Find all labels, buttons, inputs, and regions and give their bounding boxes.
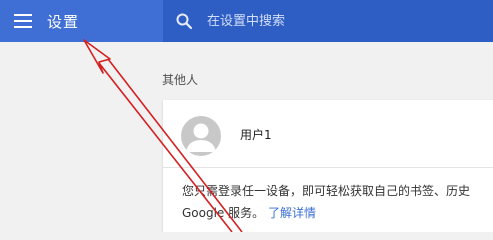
app-header: 设置 bbox=[0, 0, 493, 42]
card-divider bbox=[163, 167, 493, 168]
search-icon bbox=[176, 13, 193, 30]
description-line-2: Google 服务。 了解详情 bbox=[182, 202, 493, 224]
person-card: 用户1 您只需登录任一设备，即可轻松获取自己的书签、历史 Google 服务。 … bbox=[163, 100, 493, 232]
app-title: 设置 bbox=[47, 13, 80, 31]
person-name[interactable]: 用户1 bbox=[240, 127, 272, 143]
hamburger-menu-icon[interactable] bbox=[14, 14, 32, 28]
description-line-1: 您只需登录任一设备，即可轻松获取自己的书签、历史 bbox=[182, 184, 471, 198]
section-title-other-people: 其他人 bbox=[162, 73, 199, 87]
learn-more-link[interactable]: 了解详情 bbox=[268, 206, 316, 220]
sign-in-description: 您只需登录任一设备，即可轻松获取自己的书签、历史 Google 服务。 了解详情 bbox=[182, 180, 493, 224]
description-line-2-text: Google 服务。 bbox=[182, 206, 265, 220]
settings-page: 设置 其他人 用户1 您只需登录任一设备，即可轻松获取自己的书签、历史 Goog… bbox=[0, 0, 493, 232]
search-box[interactable] bbox=[163, 0, 493, 42]
search-input[interactable] bbox=[207, 11, 477, 31]
person-avatar-icon[interactable] bbox=[181, 116, 221, 156]
